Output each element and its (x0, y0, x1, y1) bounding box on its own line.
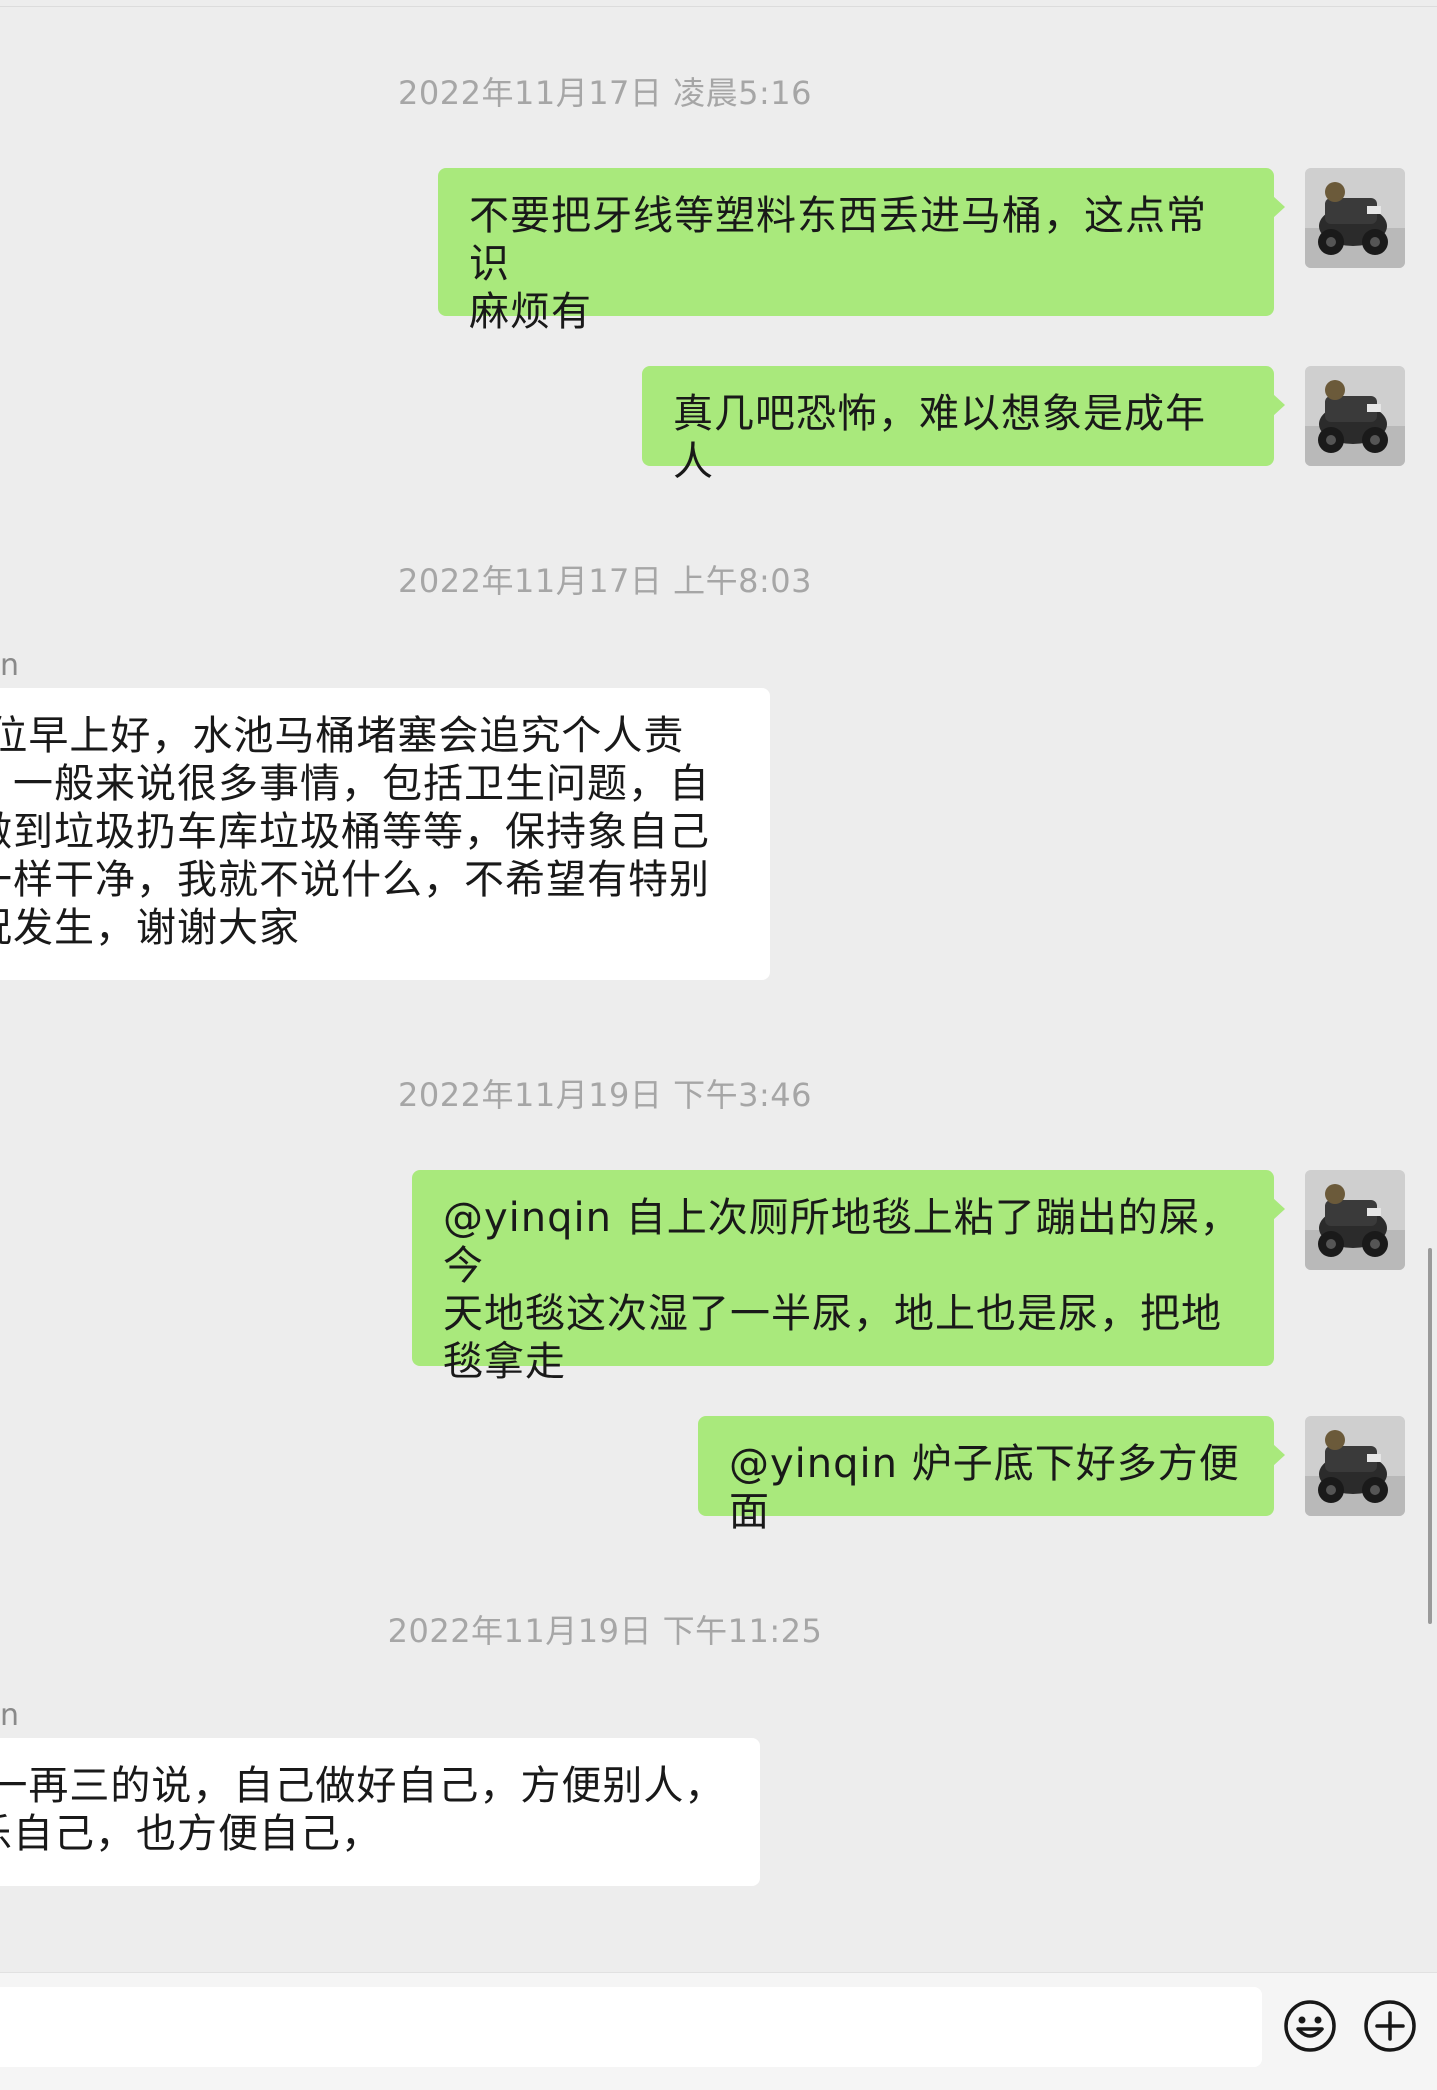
avatar-image (1305, 1416, 1405, 1516)
avatar-image (1305, 1170, 1405, 1270)
plus-icon[interactable] (1362, 1998, 1418, 2054)
outgoing-message-bubble[interactable]: @yinqin 炉子底下好多方便面 (698, 1416, 1285, 1535)
avatar[interactable] (1305, 366, 1405, 466)
message-text: 不要把牙线等塑料东西丢进马桶，这点常识 麻烦有 (469, 193, 1207, 335)
avatar-image (1305, 366, 1405, 466)
avatar[interactable] (1305, 1170, 1405, 1270)
timestamp: 2022年11月19日 下午11:25 (387, 1612, 823, 1650)
avatar[interactable] (1305, 1416, 1405, 1516)
incoming-message-bubble[interactable]: -位早上好，水池马桶堵塞会追究个人责 ，一般来说很多事情，包括卫生问题，自 做到… (0, 688, 770, 980)
chat-screen: 2022年11月17日 凌晨5:16 不要把牙线等塑料东西丢进马桶，这点常识 麻… (0, 0, 1437, 2090)
message-text: @yinqin 炉子底下好多方便面 (729, 1441, 1240, 1535)
outgoing-message-bubble[interactable]: @yinqin 自上次厕所地毯上粘了蹦出的屎，今 天地毯这次湿了一半尿，地上也是… (412, 1170, 1285, 1385)
scrollbar[interactable] (1428, 1248, 1432, 1624)
outgoing-message-bubble[interactable]: 真几吧恐怖，难以想象是成年人 (642, 366, 1285, 485)
message-text: @yinqin 自上次厕所地毯上粘了蹦出的屎，今 天地毯这次湿了一半尿，地上也是… (443, 1195, 1241, 1385)
incoming-message-bubble[interactable]: -一再三的说，自己做好自己，方便别人， 乐自己，也方便自己， (0, 1738, 760, 1886)
message-text: -一再三的说，自己做好自己，方便别人， 乐自己，也方便自己， (0, 1763, 726, 1857)
emoji-icon[interactable] (1282, 1998, 1338, 2054)
message-input[interactable] (0, 1987, 1262, 2067)
avatar-image (1305, 168, 1405, 268)
timestamp: 2022年11月17日 凌晨5:16 (398, 74, 812, 112)
timestamp: 2022年11月19日 下午3:46 (398, 1076, 812, 1114)
message-text: -位早上好，水池马桶堵塞会追究个人责 ，一般来说很多事情，包括卫生问题，自 做到… (0, 713, 710, 951)
top-divider (0, 6, 1437, 7)
avatar[interactable] (1305, 168, 1405, 268)
message-text: 真几吧恐怖，难以想象是成年人 (673, 391, 1206, 485)
sender-name: n (0, 648, 20, 683)
sender-name: n (0, 1698, 20, 1733)
timestamp: 2022年11月17日 上午8:03 (398, 562, 812, 600)
outgoing-message-bubble[interactable]: 不要把牙线等塑料东西丢进马桶，这点常识 麻烦有 (438, 168, 1285, 335)
